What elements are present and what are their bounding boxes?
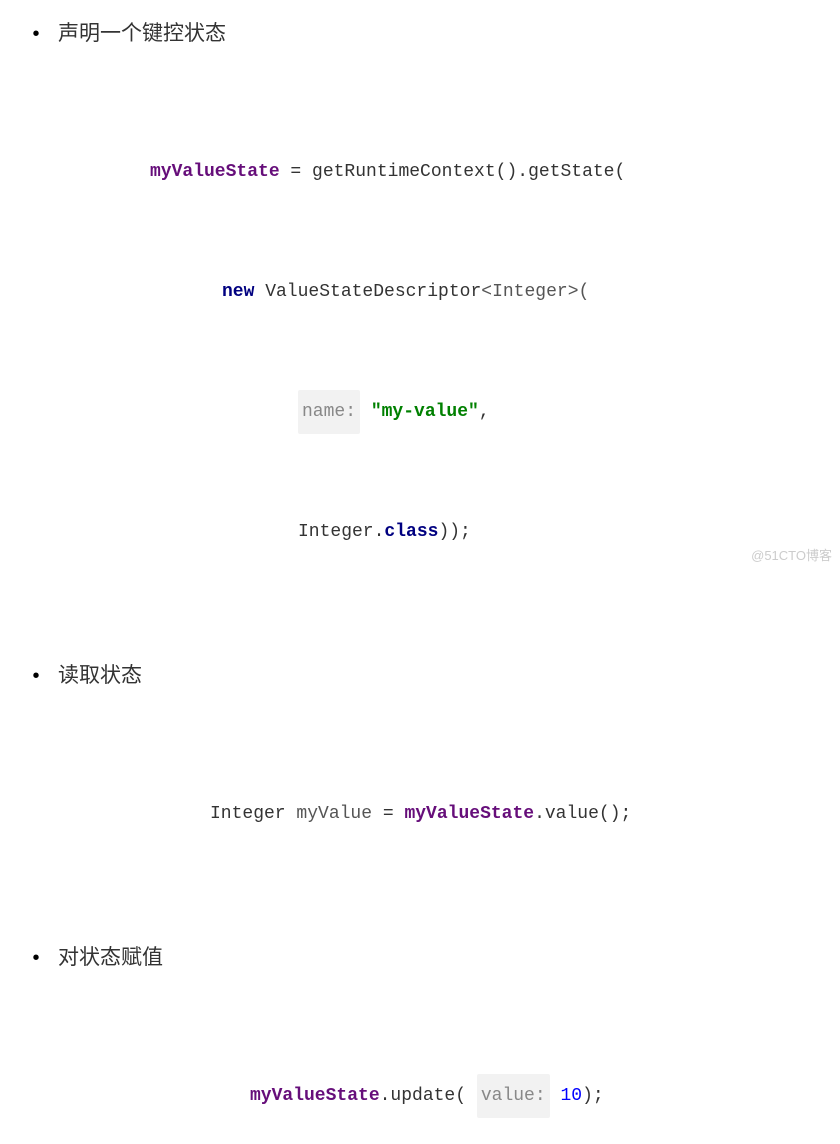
section-update: • 对状态赋值 myValueState.update( value: 10); <box>30 944 810 1144</box>
bullet-heading: 对状态赋值 <box>58 944 163 972</box>
code-text: )); <box>438 512 470 552</box>
code-block-declare: myValueState = getRuntimeContext().getSt… <box>30 72 810 632</box>
code-text: Integer. <box>298 512 384 552</box>
code-var: myValue <box>296 794 372 834</box>
code-string: "my-value" <box>360 392 479 432</box>
bullet-row: • 声明一个键控状态 <box>30 20 810 48</box>
code-text: >( <box>568 272 590 312</box>
code-line: myValueState = getRuntimeContext().getSt… <box>150 152 810 192</box>
code-line: myValueState.update( value: 10); <box>250 1076 810 1116</box>
code-param-hint: name: <box>298 390 360 434</box>
watermark: @51CTO博客 <box>751 545 832 564</box>
code-text: .value(); <box>534 794 631 834</box>
bullet-heading: 读取状态 <box>58 662 142 690</box>
code-block-update: myValueState.update( value: 10); <box>30 996 810 1144</box>
section-declare: • 声明一个键控状态 myValueState = getRuntimeCont… <box>30 20 810 632</box>
code-param-hint: value: <box>477 1074 550 1118</box>
code-text: .update( <box>380 1076 477 1116</box>
code-block-read: Integer myValue = myValueState.value(); <box>30 714 810 914</box>
code-text: ); <box>582 1076 604 1116</box>
code-text: < <box>481 272 492 312</box>
code-line: new ValueStateDescriptor<Integer>( <box>150 272 810 312</box>
code-line: Integer myValue = myValueState.value(); <box>210 794 810 834</box>
code-number: 10 <box>550 1076 582 1116</box>
code-text: Integer <box>492 272 568 312</box>
bullet-row: • 读取状态 <box>30 662 810 690</box>
code-text: , <box>479 392 490 432</box>
code-text: ValueStateDescriptor <box>254 272 481 312</box>
bullet-icon: • <box>30 20 42 48</box>
code-field: myValueState <box>404 794 534 834</box>
code-line: name: "my-value", <box>150 392 810 432</box>
code-keyword: new <box>222 272 254 312</box>
code-text: = <box>372 794 404 834</box>
code-text: = getRuntimeContext().getState( <box>280 152 626 192</box>
bullet-row: • 对状态赋值 <box>30 944 810 972</box>
bullet-icon: • <box>30 662 42 690</box>
code-text: Integer <box>210 794 296 834</box>
code-field: myValueState <box>250 1076 380 1116</box>
code-field: myValueState <box>150 152 280 192</box>
code-keyword: class <box>384 512 438 552</box>
code-line: Integer.class)); <box>150 512 810 552</box>
bullet-heading: 声明一个键控状态 <box>58 20 226 48</box>
section-read: • 读取状态 Integer myValue = myValueState.va… <box>30 662 810 914</box>
bullet-icon: • <box>30 944 42 972</box>
